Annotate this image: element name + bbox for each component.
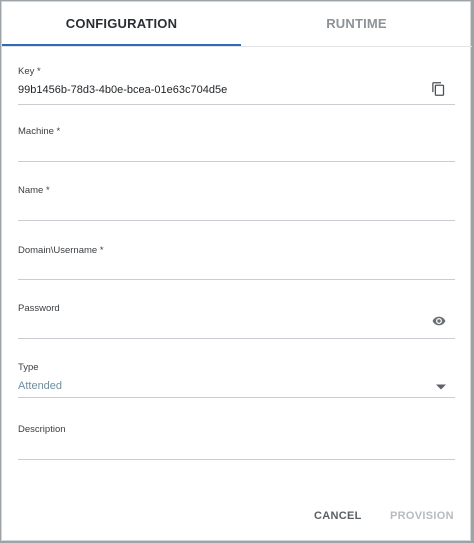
active-tab-indicator [2,44,241,46]
eye-icon[interactable] [431,314,447,328]
copy-icon[interactable] [431,81,446,97]
type-select-value[interactable]: Attended [18,380,62,392]
name-underline [18,220,455,221]
domain-username-field[interactable]: Domain\Username * [18,245,455,281]
name-field[interactable]: Name * [18,185,455,222]
password-underline [18,338,455,339]
description-field[interactable]: Description [18,424,455,461]
type-field[interactable]: Type Attended [18,362,455,399]
key-underline [18,104,455,105]
tab-runtime[interactable]: RUNTIME [241,2,472,46]
machine-label: Machine * [18,126,61,137]
dialog-actions: CANCEL PROVISION [2,510,472,530]
provision-button[interactable]: PROVISION [390,510,454,522]
type-underline [18,397,455,398]
machine-field[interactable]: Machine * [18,126,455,163]
key-field[interactable]: Key * 99b1456b-78d3-4b0e-bcea-01e63c704d… [18,66,455,106]
domain-username-underline [18,279,455,280]
cancel-button[interactable]: CANCEL [314,510,362,522]
password-field[interactable]: Password [18,303,455,340]
description-label: Description [18,424,66,435]
domain-username-label: Domain\Username * [18,245,104,256]
machine-underline [18,161,455,162]
robot-dialog: CONFIGURATION RUNTIME Key * 99b1456b-78d… [1,1,472,541]
description-underline [18,459,455,460]
password-label: Password [18,303,60,314]
key-value[interactable]: 99b1456b-78d3-4b0e-bcea-01e63c704d5e [18,84,227,96]
chevron-down-icon[interactable] [436,384,446,390]
name-label: Name * [18,185,50,196]
type-label: Type [18,362,39,373]
tab-bar: CONFIGURATION RUNTIME [2,2,472,47]
tab-configuration[interactable]: CONFIGURATION [2,2,241,46]
key-label: Key * [18,66,41,77]
